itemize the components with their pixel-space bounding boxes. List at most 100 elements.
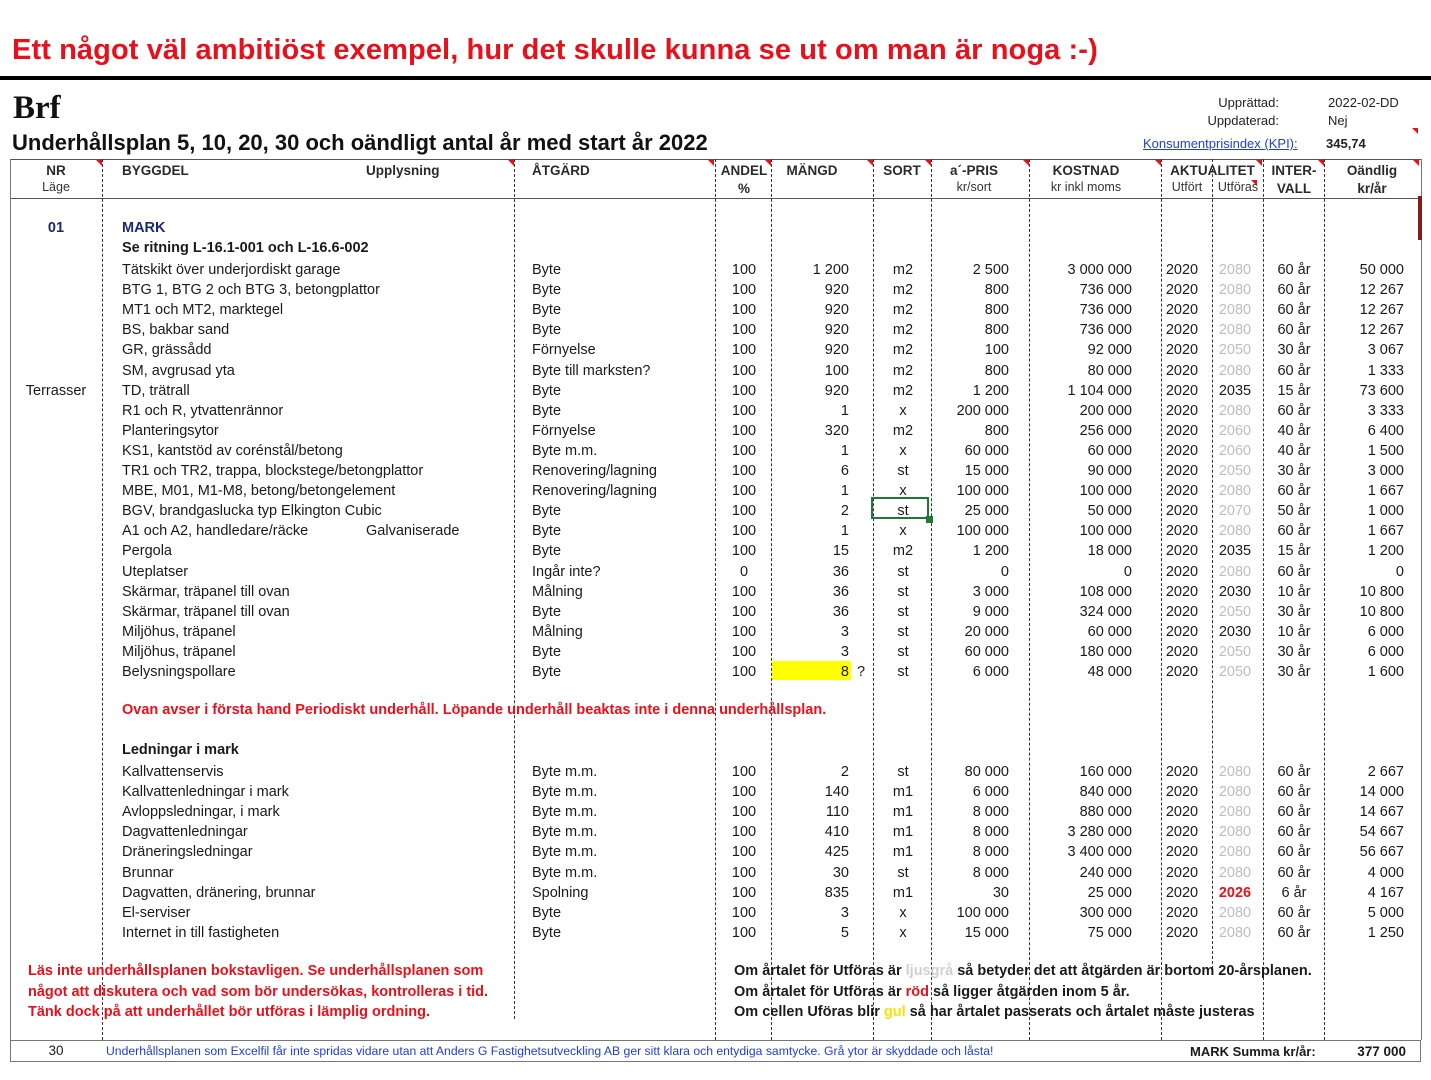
row-intervall[interactable]: 60 år: [1266, 481, 1322, 501]
row-intervall[interactable]: 60 år: [1266, 863, 1322, 883]
row-kostnad[interactable]: 736 000: [1014, 320, 1132, 340]
row-oandlig[interactable]: 12 267: [1326, 280, 1404, 300]
row-atgard[interactable]: Byte m.m.: [532, 782, 597, 802]
row-byggdel[interactable]: R1 och R, ytvattenrännor: [122, 401, 283, 421]
row-oandlig[interactable]: 14 000: [1326, 782, 1404, 802]
row-lage[interactable]: Terrasser: [15, 381, 97, 401]
row-mangd[interactable]: 920: [776, 320, 849, 340]
row-mangd[interactable]: 36: [776, 582, 849, 602]
row-sort[interactable]: st: [876, 582, 930, 602]
row-utforas[interactable]: 2080: [1214, 762, 1256, 782]
row-andel[interactable]: 100: [716, 782, 772, 802]
row-utforas[interactable]: 2035: [1214, 381, 1256, 401]
row-byggdel[interactable]: A1 och A2, handledare/räcke: [122, 521, 308, 541]
row-utfort[interactable]: 2020: [1162, 842, 1202, 862]
row-kostnad[interactable]: 60 000: [1014, 441, 1132, 461]
row-utforas[interactable]: 2080: [1214, 280, 1256, 300]
row-byggdel[interactable]: BTG 1, BTG 2 och BTG 3, betongplattor: [122, 280, 380, 300]
row-mangd[interactable]: 8: [776, 662, 849, 682]
row-byggdel[interactable]: Kallvattenservis: [122, 762, 224, 782]
row-oandlig[interactable]: 1 600: [1326, 662, 1404, 682]
row-kostnad[interactable]: 180 000: [1014, 642, 1132, 662]
row-andel[interactable]: 100: [716, 441, 772, 461]
row-mangd[interactable]: 15: [776, 541, 849, 561]
row-andel[interactable]: 100: [716, 642, 772, 662]
row-pris[interactable]: 800: [934, 280, 1009, 300]
row-utforas[interactable]: 2060: [1214, 441, 1256, 461]
row-pris[interactable]: 800: [934, 361, 1009, 381]
row-byggdel[interactable]: Internet in till fastigheten: [122, 923, 279, 943]
row-andel[interactable]: 100: [716, 662, 772, 682]
row-sort[interactable]: m2: [876, 300, 930, 320]
row-mangd[interactable]: 2: [776, 762, 849, 782]
row-sort[interactable]: x: [876, 441, 930, 461]
row-atgard[interactable]: Byte: [532, 602, 561, 622]
row-byggdel[interactable]: Dagvatten, dränering, brunnar: [122, 883, 315, 903]
row-intervall[interactable]: 60 år: [1266, 320, 1322, 340]
row-atgard[interactable]: Byte: [532, 662, 561, 682]
row-andel[interactable]: 100: [716, 903, 772, 923]
row-intervall[interactable]: 60 år: [1266, 762, 1322, 782]
row-atgard[interactable]: Byte till marksten?: [532, 361, 650, 381]
row-intervall[interactable]: 60 år: [1266, 782, 1322, 802]
row-kostnad[interactable]: 75 000: [1014, 923, 1132, 943]
row-kostnad[interactable]: 3 400 000: [1014, 842, 1132, 862]
row-utforas[interactable]: 2080: [1214, 903, 1256, 923]
row-mangd[interactable]: 3: [776, 903, 849, 923]
row-sort[interactable]: m1: [876, 842, 930, 862]
row-atgard[interactable]: Byte: [532, 320, 561, 340]
row-andel[interactable]: 100: [716, 280, 772, 300]
row-andel[interactable]: 100: [716, 340, 772, 360]
row-intervall[interactable]: 30 år: [1266, 662, 1322, 682]
row-oandlig[interactable]: 12 267: [1326, 300, 1404, 320]
row-kostnad[interactable]: 3 280 000: [1014, 822, 1132, 842]
row-pris[interactable]: 60 000: [934, 441, 1009, 461]
row-atgard[interactable]: Byte m.m.: [532, 802, 597, 822]
row-utfort[interactable]: 2020: [1162, 501, 1202, 521]
row-mangd[interactable]: 6: [776, 461, 849, 481]
row-oandlig[interactable]: 3 000: [1326, 461, 1404, 481]
row-atgard[interactable]: Byte: [532, 401, 561, 421]
row-intervall[interactable]: 60 år: [1266, 903, 1322, 923]
row-mangd[interactable]: 5: [776, 923, 849, 943]
row-intervall[interactable]: 60 år: [1266, 842, 1322, 862]
row-utfort[interactable]: 2020: [1162, 361, 1202, 381]
row-utforas[interactable]: 2080: [1214, 361, 1256, 381]
row-byggdel[interactable]: MT1 och MT2, marktegel: [122, 300, 283, 320]
row-kostnad[interactable]: 100 000: [1014, 521, 1132, 541]
row-pris[interactable]: 100 000: [934, 521, 1009, 541]
row-sort[interactable]: m2: [876, 381, 930, 401]
row-kostnad[interactable]: 256 000: [1014, 421, 1132, 441]
scroll-indicator[interactable]: [1418, 196, 1422, 240]
row-oandlig[interactable]: 14 667: [1326, 802, 1404, 822]
row-intervall[interactable]: 15 år: [1266, 381, 1322, 401]
row-utfort[interactable]: 2020: [1162, 903, 1202, 923]
row-pris[interactable]: 100 000: [934, 481, 1009, 501]
row-mangd[interactable]: 1: [776, 481, 849, 501]
row-utfort[interactable]: 2020: [1162, 883, 1202, 903]
row-andel[interactable]: 100: [716, 822, 772, 842]
row-kostnad[interactable]: 90 000: [1014, 461, 1132, 481]
row-kostnad[interactable]: 92 000: [1014, 340, 1132, 360]
row-utfort[interactable]: 2020: [1162, 421, 1202, 441]
row-byggdel[interactable]: KS1, kantstöd av corénstål/betong: [122, 441, 343, 461]
row-byggdel[interactable]: Pergola: [122, 541, 172, 561]
row-andel[interactable]: 100: [716, 762, 772, 782]
row-oandlig[interactable]: 12 267: [1326, 320, 1404, 340]
row-intervall[interactable]: 60 år: [1266, 521, 1322, 541]
row-sort[interactable]: st: [876, 642, 930, 662]
row-utforas[interactable]: 2070: [1214, 501, 1256, 521]
row-utforas[interactable]: 2026: [1214, 883, 1256, 903]
row-intervall[interactable]: 60 år: [1266, 280, 1322, 300]
row-oandlig[interactable]: 6 400: [1326, 421, 1404, 441]
row-utforas[interactable]: 2080: [1214, 320, 1256, 340]
row-sort[interactable]: st: [876, 662, 930, 682]
row-sort[interactable]: m1: [876, 822, 930, 842]
row-pris[interactable]: 800: [934, 300, 1009, 320]
row-utforas[interactable]: 2080: [1214, 923, 1256, 943]
row-byggdel[interactable]: Brunnar: [122, 863, 174, 883]
row-mangd[interactable]: 100: [776, 361, 849, 381]
row-sort[interactable]: m2: [876, 340, 930, 360]
row-byggdel[interactable]: Skärmar, träpanel till ovan: [122, 582, 290, 602]
row-pris[interactable]: 0: [934, 562, 1009, 582]
